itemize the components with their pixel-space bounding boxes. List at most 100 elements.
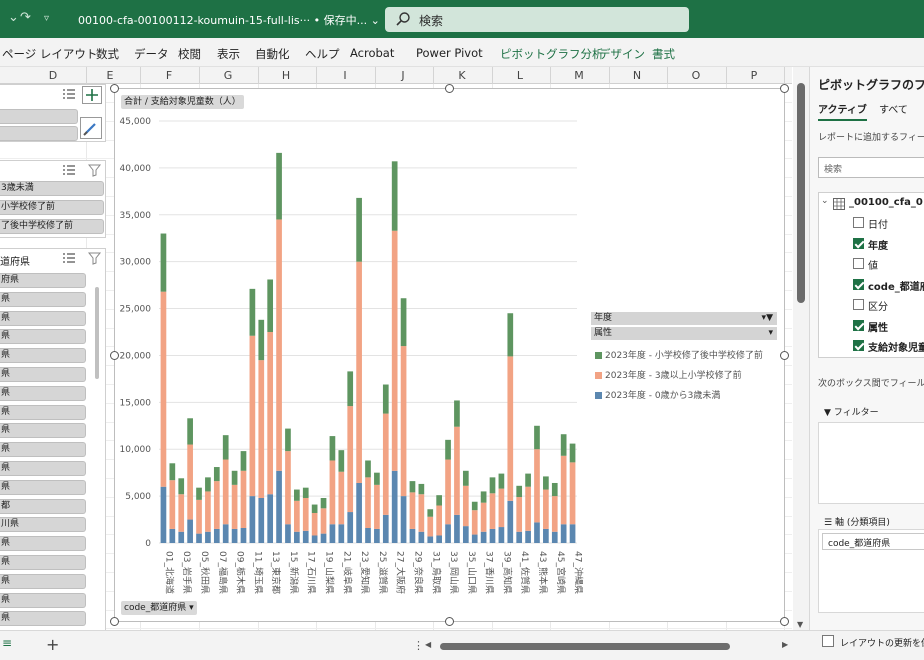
bar-segment[interactable] — [507, 356, 514, 501]
field-row[interactable]: code_都道府県 — [819, 277, 924, 293]
bar-segment[interactable] — [267, 279, 274, 332]
field-checkbox[interactable] — [853, 278, 864, 290]
column-e[interactable]: E — [103, 69, 117, 82]
bar-segment[interactable] — [374, 472, 380, 485]
column-n[interactable]: N — [630, 69, 644, 82]
slicer-scrollbar[interactable] — [95, 287, 99, 379]
axis-field-button[interactable]: code_都道府県 ▾ — [121, 601, 197, 615]
bar-segment[interactable] — [329, 524, 336, 543]
bar-segment[interactable] — [462, 526, 469, 543]
tab-active[interactable]: アクティブ — [818, 101, 867, 121]
tab-format[interactable]: 書式 — [652, 46, 675, 62]
slicer-item[interactable]: 県 — [0, 479, 86, 495]
resize-handle[interactable] — [780, 84, 789, 93]
resize-handle[interactable] — [110, 351, 119, 360]
bar-segment[interactable] — [507, 313, 514, 357]
column-p[interactable]: P — [747, 69, 761, 82]
bar-segment[interactable] — [382, 514, 389, 543]
bar-segment[interactable] — [534, 449, 540, 523]
column-i[interactable]: I — [338, 69, 352, 82]
bar-segment[interactable] — [276, 152, 282, 220]
bar-segment[interactable] — [311, 504, 318, 513]
scroll-down-icon[interactable]: ▼ — [797, 620, 803, 629]
slicer-item[interactable]: 県 — [0, 310, 86, 326]
bar-segment[interactable] — [427, 509, 434, 517]
bar-segment[interactable] — [391, 230, 398, 471]
worksheet-grid[interactable]: 3歳未満 小学校修了前 了後中学校修了前 道府県 府県県県県県県県県県県県県都川… — [0, 84, 792, 630]
bar-segment[interactable] — [560, 455, 567, 525]
bar-segment[interactable] — [445, 439, 451, 460]
bar-segment[interactable] — [249, 496, 256, 543]
slicer-item[interactable]: 県 — [0, 367, 86, 382]
tab-data[interactable]: データ — [134, 46, 169, 62]
resize-handle[interactable] — [445, 617, 454, 626]
bar-segment[interactable] — [311, 535, 318, 544]
bar-segment[interactable] — [534, 522, 540, 543]
bar-segment[interactable] — [400, 298, 407, 347]
bar-segment[interactable] — [187, 519, 193, 543]
bar-segment[interactable] — [400, 346, 407, 497]
slicer-item[interactable]: 県 — [0, 291, 86, 307]
bar-segment[interactable] — [196, 533, 202, 543]
bar-segment[interactable] — [471, 501, 478, 511]
bar-segment[interactable] — [347, 406, 354, 513]
legend-item[interactable]: 2023年度 - 0歳から3歳未満 — [595, 388, 720, 401]
bar-segment[interactable] — [374, 484, 380, 529]
tab-design[interactable]: デザイン — [599, 46, 645, 62]
bar-segment[interactable] — [418, 531, 425, 543]
bar-segment[interactable] — [516, 485, 523, 498]
slicer-item[interactable]: 県 — [0, 404, 86, 420]
slicer-item[interactable]: 県 — [0, 573, 86, 589]
bar-segment[interactable] — [409, 528, 416, 543]
slicer-item[interactable]: 県 — [0, 423, 86, 439]
bar-segment[interactable] — [427, 536, 434, 543]
bar-segment[interactable] — [169, 528, 176, 543]
field-checkbox[interactable] — [853, 340, 864, 351]
bar-segment[interactable] — [525, 530, 531, 543]
multi-select-icon[interactable] — [62, 164, 76, 176]
bar-segment[interactable] — [196, 499, 202, 534]
bar-segment[interactable] — [338, 471, 345, 525]
bar-segment[interactable] — [489, 528, 496, 543]
bar-segment[interactable] — [569, 462, 576, 525]
column-d[interactable]: D — [46, 69, 60, 82]
bar-segment[interactable] — [285, 524, 291, 543]
document-title[interactable]: 00100-cfa-00100112-koumuin-15-full-lis··… — [78, 12, 380, 28]
bar-segment[interactable] — [276, 219, 282, 471]
field-row[interactable]: 値 — [819, 256, 924, 272]
add-icon[interactable] — [82, 86, 102, 104]
bar-segment[interactable] — [205, 531, 211, 543]
field-table[interactable]: ⌄ _00100_cfa_0 — [819, 196, 924, 212]
column-o[interactable]: O — [689, 69, 703, 82]
tab-acrobat[interactable]: Acrobat — [350, 46, 394, 60]
bar-segment[interactable] — [356, 261, 362, 483]
bar-segment[interactable] — [178, 494, 185, 532]
vertical-scrollbar[interactable]: ▼ — [793, 67, 809, 630]
bar-segment[interactable] — [462, 485, 469, 527]
bar-segment[interactable] — [436, 505, 442, 536]
resize-handle[interactable] — [110, 84, 119, 93]
bar-segment[interactable] — [320, 497, 327, 509]
bar-segment[interactable] — [231, 484, 238, 529]
bar-segment[interactable] — [196, 487, 202, 500]
bar-segment[interactable] — [374, 528, 380, 543]
bar-segment[interactable] — [365, 477, 371, 528]
field-checkbox[interactable] — [853, 299, 864, 310]
column-h[interactable]: H — [279, 69, 293, 82]
bar-segment[interactable] — [187, 444, 193, 520]
bar-segment[interactable] — [409, 481, 416, 493]
bar-segment[interactable] — [329, 436, 336, 461]
tab-review[interactable]: 校閲 — [178, 46, 201, 62]
tab-power-pivot[interactable]: Power Pivot — [416, 46, 483, 60]
bar-segment[interactable] — [160, 486, 167, 543]
field-list[interactable]: ⌄ _00100_cfa_0 日付年度値 code_都道府県区分属性支給対象児童 — [818, 192, 924, 358]
bar-segment[interactable] — [302, 487, 309, 498]
bar-segment[interactable] — [222, 459, 229, 525]
slicer-item[interactable]: 3歳未満 — [0, 181, 104, 196]
slicer-item[interactable] — [0, 126, 78, 141]
field-row[interactable]: 区分 — [819, 297, 924, 313]
field-checkbox[interactable] — [853, 217, 864, 228]
slicer-item[interactable]: 小学校修了前 — [0, 200, 104, 215]
bar-segment[interactable] — [498, 473, 505, 489]
bar-segment[interactable] — [391, 470, 398, 543]
